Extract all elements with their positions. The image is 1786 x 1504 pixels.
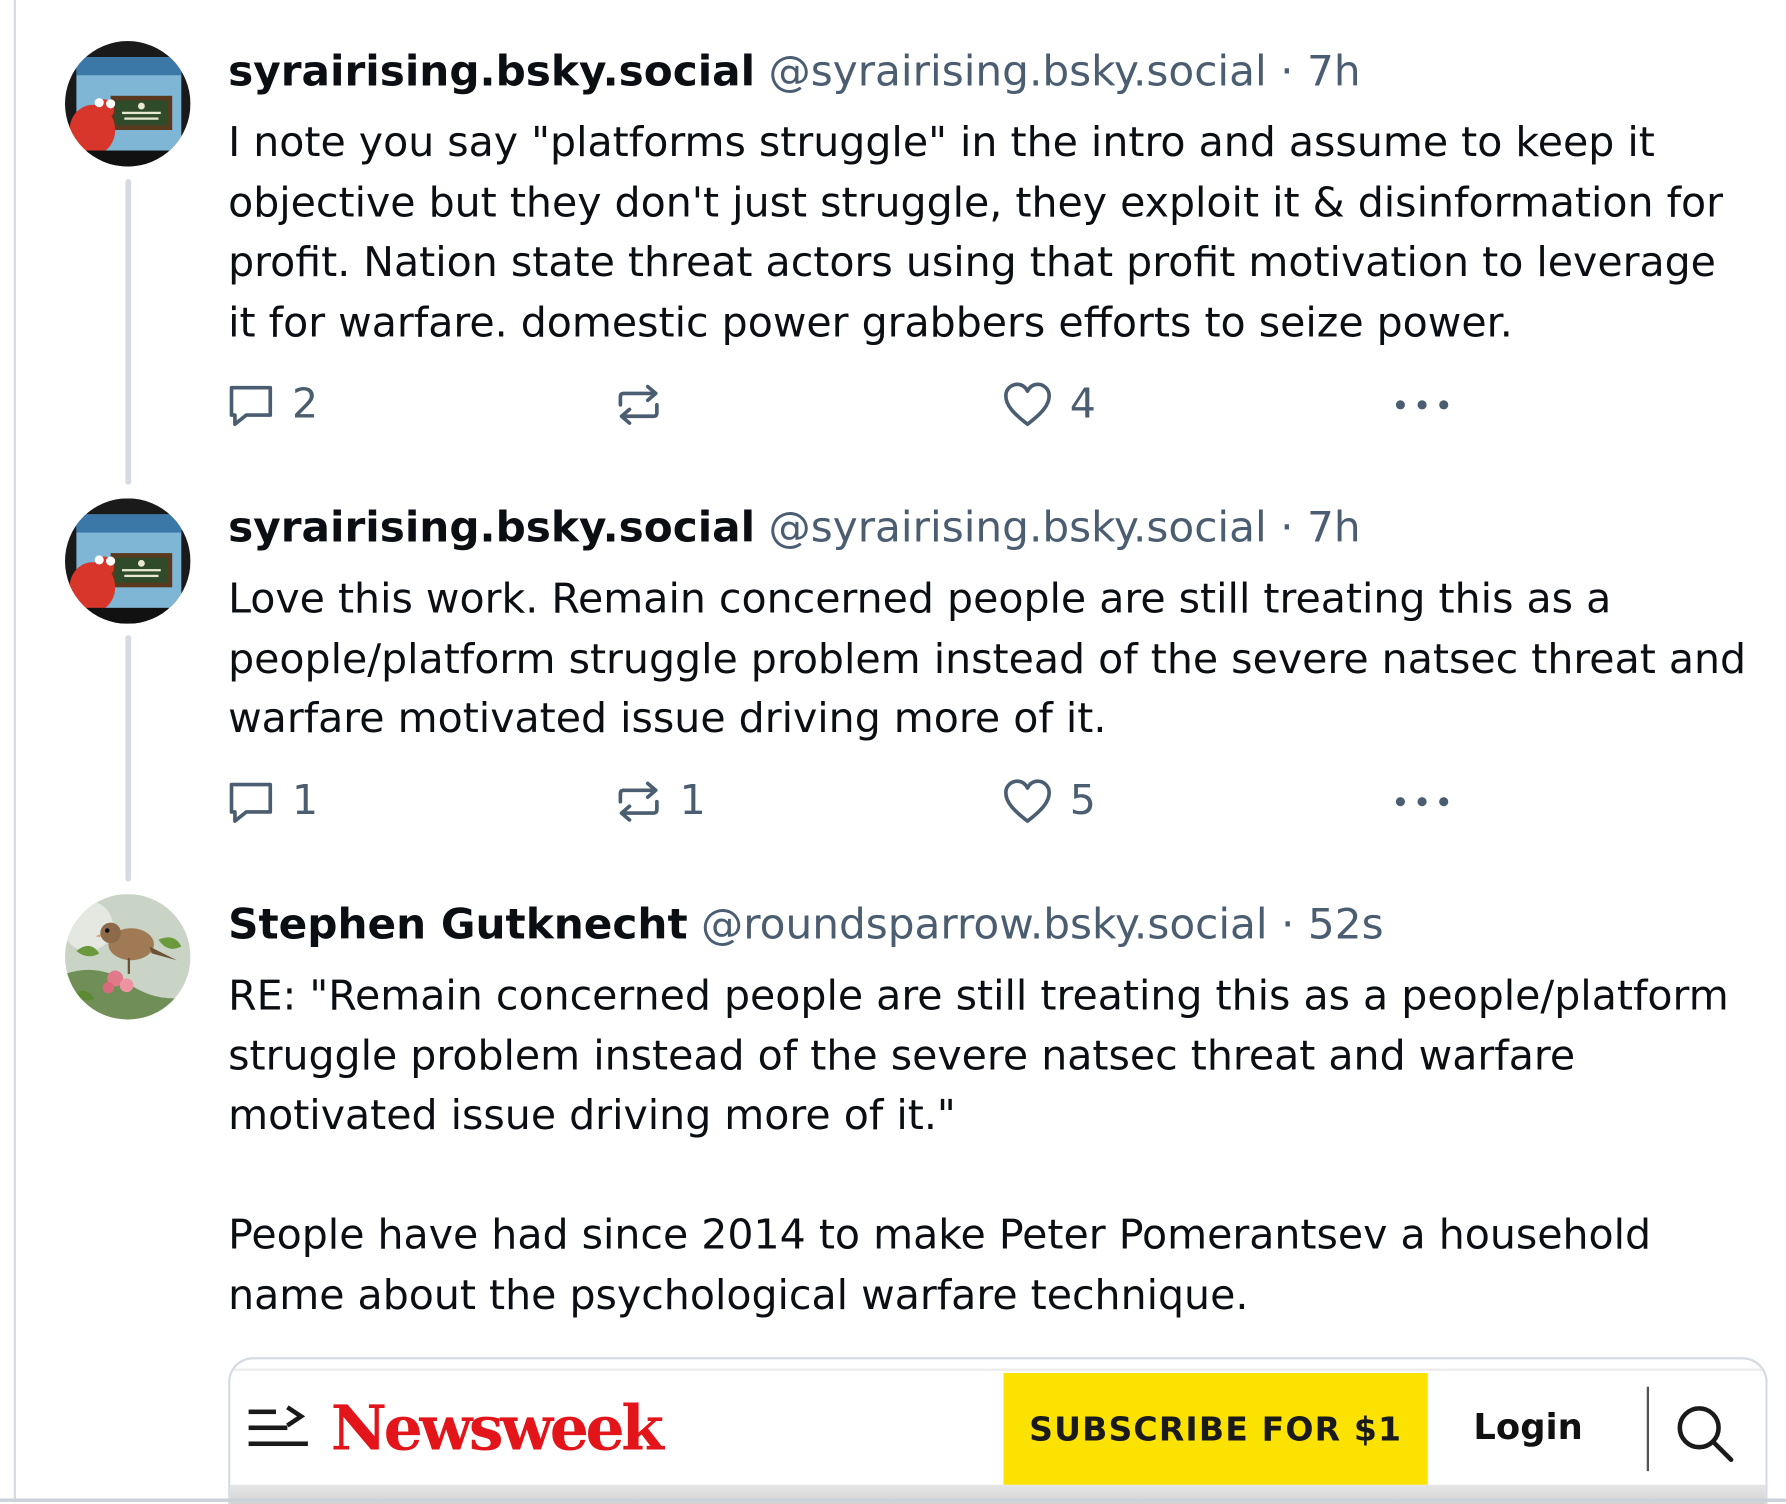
avatar-cartoon-image	[65, 41, 191, 167]
reply-button[interactable]: 1	[226, 775, 318, 827]
reply-icon	[229, 782, 273, 823]
timestamp[interactable]: 7h	[1307, 503, 1361, 552]
more-options-button[interactable]	[1394, 775, 1451, 827]
login-link[interactable]: Login	[1473, 1405, 1582, 1451]
thread-line	[125, 635, 132, 882]
newsweek-header-bar: Newsweek SUBSCRIBE FOR $1 Login	[230, 1368, 1766, 1485]
reply-count: 2	[291, 380, 319, 428]
post-text: RE: "Remain concerned people are still t…	[228, 972, 1729, 1319]
page-left-border	[13, 0, 16, 1502]
like-count: 5	[1069, 777, 1096, 825]
like-button[interactable]: 4	[1001, 379, 1096, 431]
like-button[interactable]: 5	[1001, 775, 1096, 827]
post-actions: 2 4	[226, 379, 1480, 431]
timestamp[interactable]: 7h	[1307, 47, 1361, 96]
more-dots-icon	[1395, 797, 1449, 807]
repost-button[interactable]: 1	[614, 775, 706, 827]
avatar-sparrow-image	[65, 894, 191, 1020]
newsweek-logo[interactable]: Newsweek	[331, 1391, 664, 1464]
repost-icon	[618, 384, 659, 425]
menu-icon[interactable]	[246, 1403, 312, 1453]
header-divider	[1646, 1386, 1650, 1472]
separator: ·	[1281, 899, 1295, 949]
post-actions: 1 1 5	[226, 775, 1480, 827]
page-bottom-border	[0, 1498, 1786, 1502]
search-icon[interactable]	[1674, 1403, 1736, 1465]
reply-icon	[229, 385, 273, 427]
post-text: Love this work. Remain concerned people …	[228, 575, 1747, 743]
post-header: Stephen Gutknecht @roundsparrow.bsky.soc…	[228, 899, 1383, 951]
handle[interactable]: @roundsparrow.bsky.social	[701, 900, 1268, 949]
avatar[interactable]	[65, 498, 191, 624]
post-header: syrairising.bsky.social @syrairising.bsk…	[228, 502, 1360, 554]
display-name[interactable]: syrairising.bsky.social	[228, 503, 755, 552]
avatar[interactable]	[65, 41, 191, 167]
repost-button[interactable]	[614, 379, 680, 431]
subscribe-button[interactable]: SUBSCRIBE FOR $1	[1003, 1373, 1428, 1485]
handle[interactable]: @syrairising.bsky.social	[769, 503, 1267, 552]
thread-line	[125, 179, 132, 485]
repost-icon	[618, 781, 659, 822]
post-header: syrairising.bsky.social @syrairising.bsk…	[228, 46, 1360, 98]
heart-icon	[1004, 382, 1051, 427]
thread-view: syrairising.bsky.social @syrairising.bsk…	[0, 0, 1786, 1504]
like-count: 4	[1069, 380, 1096, 428]
avatar-cartoon-image	[65, 498, 191, 624]
handle[interactable]: @syrairising.bsky.social	[769, 47, 1267, 96]
separator: ·	[1280, 46, 1294, 96]
separator: ·	[1280, 502, 1294, 552]
reply-button[interactable]: 2	[226, 379, 318, 431]
display-name[interactable]: syrairising.bsky.social	[228, 47, 755, 96]
display-name[interactable]: Stephen Gutknecht	[228, 900, 688, 949]
repost-count: 1	[679, 777, 706, 825]
post-text: I note you say "platforms struggle" in t…	[228, 119, 1724, 347]
heart-icon	[1004, 779, 1051, 823]
timestamp[interactable]: 52s	[1308, 900, 1384, 949]
link-preview-card[interactable]: Newsweek SUBSCRIBE FOR $1 Login	[228, 1357, 1768, 1504]
more-dots-icon	[1395, 400, 1449, 410]
more-options-button[interactable]	[1394, 379, 1451, 431]
avatar[interactable]	[65, 894, 191, 1020]
reply-count: 1	[291, 777, 319, 825]
